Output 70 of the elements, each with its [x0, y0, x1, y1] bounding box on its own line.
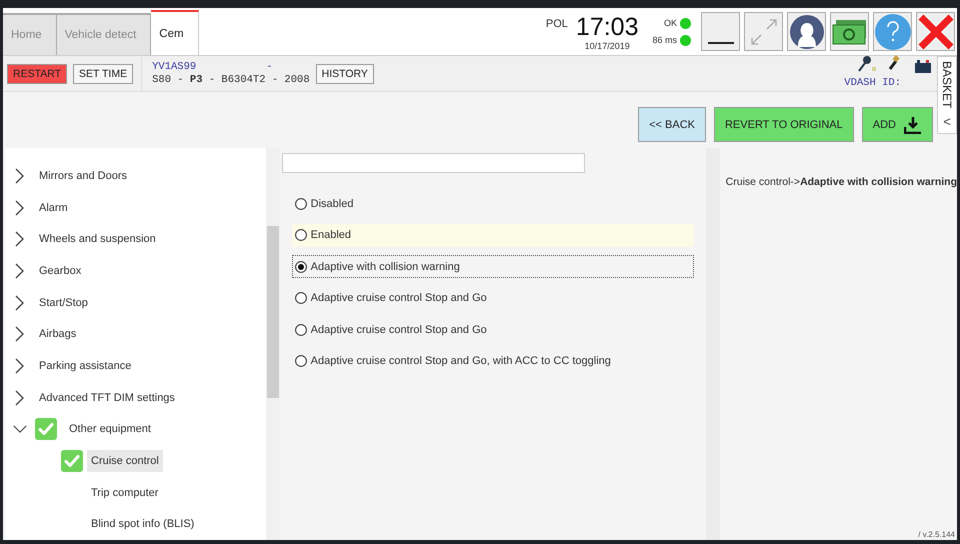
user-button[interactable]: [787, 12, 826, 51]
minimize-icon: [708, 42, 734, 44]
vin-dash: -: [266, 61, 273, 73]
set-time-button[interactable]: SET TIME: [73, 64, 134, 84]
option-label: Adaptive cruise control Stop and Go: [310, 292, 487, 304]
radio-option[interactable]: Disabled: [292, 192, 694, 215]
plug-icon: [887, 55, 901, 71]
scrollbar[interactable]: [266, 148, 280, 540]
chevron-down-icon[interactable]: [13, 424, 27, 434]
option-label: Adaptive with collision warning: [310, 260, 460, 273]
close-icon: [918, 14, 954, 50]
tree-item[interactable]: Trip computer: [87, 482, 162, 504]
tree-item[interactable]: Gearbox: [35, 260, 86, 282]
tree-item[interactable]: Other equipment: [65, 418, 155, 440]
search-field[interactable]: [282, 153, 585, 173]
radio-button[interactable]: [294, 260, 307, 273]
clock-date: 10/17/2019: [584, 40, 630, 50]
version-text: / v.2.5.144: [918, 530, 955, 539]
money-button[interactable]: [830, 12, 869, 51]
help-icon: [874, 14, 910, 50]
tree-item[interactable]: Parking assistance: [35, 354, 136, 377]
expand-icon: [748, 16, 778, 46]
tree-item[interactable]: Wheels and suspension: [35, 228, 160, 250]
vdash-id-label: VDASH ID:: [844, 77, 901, 89]
radio-option[interactable]: Adaptive cruise control Stop and Go: [292, 318, 694, 342]
tab-label: Vehicle detect: [64, 29, 136, 41]
option-label: Enabled: [310, 229, 352, 242]
radio-button[interactable]: [294, 198, 307, 210]
radio-button[interactable]: [294, 229, 307, 242]
help-button[interactable]: [873, 12, 912, 51]
breadcrumb: Cruise control->Adaptive with collision warning: [726, 176, 957, 188]
scrollbar[interactable]: [706, 148, 720, 540]
user-icon: [790, 14, 824, 48]
radio-option[interactable]: Adaptive cruise control Stop and Go: [292, 286, 694, 310]
radio-option[interactable]: Enabled: [292, 224, 694, 247]
tree-item[interactable]: Advanced TFT DIM settings: [35, 386, 179, 409]
status-label: 86 ms: [652, 35, 677, 45]
option-label: Adaptive cruise control Stop and Go: [310, 324, 487, 336]
close-button[interactable]: [916, 12, 955, 51]
tab-label: Cem: [159, 28, 184, 40]
download-icon: [904, 116, 922, 134]
add-button[interactable]: ADD: [862, 107, 933, 142]
battery-icon: [915, 60, 931, 73]
radio-button[interactable]: [294, 355, 307, 368]
radio-button[interactable]: [294, 324, 307, 336]
tree-item[interactable]: Start/Stop: [35, 292, 92, 314]
option-label: Disabled: [310, 198, 354, 210]
radio-option[interactable]: Adaptive cruise control Stop and Go, with ACC to CC toggling: [292, 350, 694, 373]
tree-item[interactable]: Blind spot info (BLIS): [87, 513, 198, 536]
tree-item[interactable]: Airbags: [35, 323, 80, 346]
tree-item[interactable]: Cruise control: [87, 450, 163, 472]
option-label: Adaptive cruise control Stop and Go, with ACC to CC toggling: [310, 355, 611, 368]
history-button[interactable]: HISTORY: [316, 64, 374, 84]
restart-button[interactable]: RESTART: [7, 64, 68, 84]
status-label: OK: [664, 18, 677, 28]
radio-button[interactable]: [294, 292, 307, 304]
tree-item[interactable]: Alarm: [35, 196, 72, 219]
region-label: POL: [546, 18, 568, 30]
tab[interactable]: Cem: [151, 10, 199, 55]
tree-item[interactable]: Mirrors and Doors: [35, 164, 132, 187]
vehicle-info: S80 - P3 - B6304T2 - 2008: [152, 74, 310, 86]
basket-tab[interactable]: BASKET <: [937, 56, 957, 134]
radio-option[interactable]: Adaptive with collision warning: [292, 255, 694, 278]
banknote-icon: [832, 18, 868, 46]
vin-text: YV1AS99: [152, 61, 196, 73]
back-button[interactable]: << BACK: [638, 107, 706, 142]
clock-time: 17:03: [576, 12, 638, 40]
tab-label: Home: [11, 29, 42, 41]
revert-button[interactable]: REVERT TO ORIGINAL: [714, 107, 854, 142]
minimize-button[interactable]: [701, 12, 740, 51]
